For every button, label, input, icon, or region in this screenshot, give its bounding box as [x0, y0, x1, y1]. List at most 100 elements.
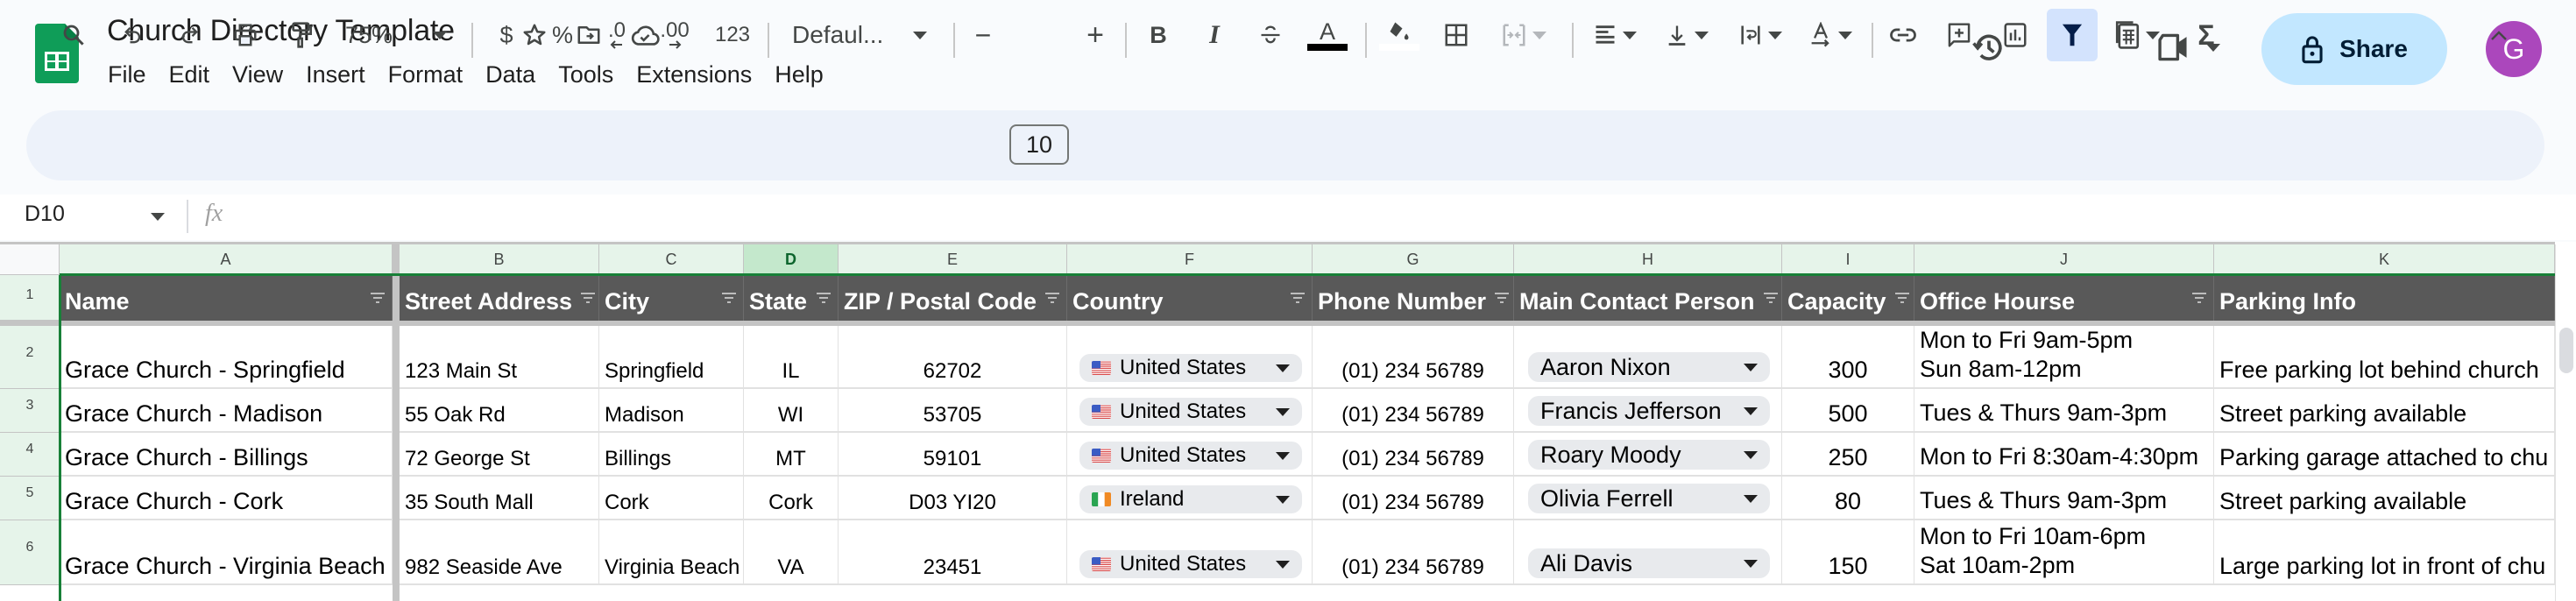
cell-street[interactable]: 123 Main St — [400, 326, 599, 389]
cell-phone[interactable]: (01) 234 56789 — [1313, 477, 1514, 520]
name-box[interactable]: D10 — [25, 202, 65, 227]
row-header-2[interactable]: 2 — [0, 326, 60, 389]
borders-button[interactable] — [1437, 12, 1476, 58]
row-header-1[interactable]: 1 — [0, 275, 60, 321]
cell-state[interactable]: IL — [744, 326, 839, 389]
cell-capacity[interactable]: 80 — [1782, 477, 1914, 520]
menu-file[interactable]: File — [96, 60, 158, 90]
cell-parking[interactable]: Free parking lot behind church — [2214, 326, 2555, 389]
cell-city[interactable]: Cork — [599, 477, 744, 520]
decrease-font-size-button[interactable]: − — [966, 12, 1001, 58]
decrease-decimal-button[interactable]: .0 — [598, 12, 636, 58]
cell-capacity[interactable]: 250 — [1782, 433, 1914, 477]
column-header-a[interactable]: A — [60, 244, 393, 275]
contact-dropdown-chip[interactable]: Aaron Nixon — [1528, 352, 1770, 382]
cell-name[interactable]: Grace Church - Springfield — [60, 326, 393, 389]
menu-view[interactable]: View — [221, 60, 294, 90]
cell-street[interactable]: 72 George St — [400, 433, 599, 477]
cell-zip[interactable]: 23451 — [839, 520, 1067, 585]
cell-city[interactable]: Virginia Beach — [599, 520, 744, 585]
cell-hours[interactable]: Mon to Fri 9am-5pm Sun 8am-12pm — [1914, 326, 2214, 389]
cell-street[interactable]: 982 Seaside Ave — [400, 520, 599, 585]
cell-hours[interactable]: Mon to Fri 8:30am-4:30pm — [1914, 433, 2214, 477]
freeze-column-handle[interactable] — [393, 244, 400, 601]
text-wrapping-button[interactable] — [1731, 12, 1789, 58]
filter-toggle-icon[interactable] — [369, 283, 386, 310]
column-header-k[interactable]: K — [2214, 244, 2555, 275]
insert-link-button[interactable] — [1884, 12, 1922, 58]
formula-input[interactable] — [254, 200, 2532, 235]
collapse-toolbar-button[interactable] — [2480, 12, 2518, 58]
cell-hours[interactable]: Tues & Thurs 9am-3pm — [1914, 477, 2214, 520]
cell-city[interactable]: Madison — [599, 389, 744, 433]
search-icon[interactable] — [54, 12, 93, 58]
country-dropdown-chip[interactable]: United States — [1079, 398, 1302, 426]
bold-button[interactable]: B — [1139, 12, 1178, 58]
header-cell[interactable]: Country — [1067, 276, 1313, 321]
cell-name[interactable]: Grace Church - Billings — [60, 433, 393, 477]
row-header-3[interactable]: 3 — [0, 389, 60, 433]
column-header-d[interactable]: D — [744, 244, 839, 275]
contact-dropdown-chip[interactable]: Francis Jefferson — [1528, 396, 1770, 426]
merge-cells-button[interactable] — [1493, 12, 1554, 58]
cell-state[interactable]: Cork — [744, 477, 839, 520]
cell-state[interactable]: VA — [744, 520, 839, 585]
header-cell[interactable]: Phone Number — [1313, 276, 1514, 321]
cell-name[interactable]: Grace Church - Virginia Beach — [60, 520, 393, 585]
row-header-4[interactable]: 4 — [0, 433, 60, 477]
cell-parking[interactable]: Parking garage attached to chu — [2214, 433, 2555, 477]
scrollbar-thumb[interactable] — [2559, 328, 2573, 373]
column-header-e[interactable]: E — [839, 244, 1067, 275]
cell-zip[interactable]: 53705 — [839, 389, 1067, 433]
header-cell[interactable]: Street Address — [400, 276, 599, 321]
column-header-f[interactable]: F — [1067, 244, 1313, 275]
filter-button[interactable] — [2047, 9, 2098, 61]
cell-name[interactable]: Grace Church - Cork — [60, 477, 393, 520]
vertical-scrollbar[interactable] — [2555, 244, 2576, 601]
menu-extensions[interactable]: Extensions — [625, 60, 763, 90]
country-dropdown-chip[interactable]: United States — [1079, 354, 1302, 382]
vertical-align-button[interactable] — [1656, 12, 1717, 58]
filter-toggle-icon[interactable] — [1893, 283, 1911, 310]
filter-toggle-icon[interactable] — [815, 283, 832, 310]
insert-comment-button[interactable] — [1940, 12, 1978, 58]
increase-font-size-button[interactable]: + — [1078, 12, 1113, 58]
menu-help[interactable]: Help — [763, 60, 835, 90]
increase-decimal-button[interactable]: .00 — [652, 12, 697, 58]
text-rotation-button[interactable] — [1800, 12, 1861, 58]
more-formats-button[interactable]: 123 — [710, 12, 755, 58]
cell-capacity[interactable]: 300 — [1782, 326, 1914, 389]
cell-parking[interactable]: Street parking available — [2214, 477, 2555, 520]
font-family-select[interactable]: Defaul... — [785, 12, 934, 58]
column-header-b[interactable]: B — [400, 244, 599, 275]
row-header-5[interactable]: 5 — [0, 477, 60, 520]
menu-edit[interactable]: Edit — [158, 60, 222, 90]
cell-capacity[interactable]: 150 — [1782, 520, 1914, 585]
insert-chart-button[interactable] — [1996, 12, 2035, 58]
cell-phone[interactable]: (01) 234 56789 — [1313, 326, 1514, 389]
menu-insert[interactable]: Insert — [294, 60, 377, 90]
select-all-corner[interactable] — [0, 244, 60, 275]
fill-color-button[interactable] — [1377, 12, 1421, 58]
undo-icon[interactable] — [114, 12, 152, 58]
chevron-down-icon[interactable] — [151, 213, 165, 221]
filter-toggle-icon[interactable] — [720, 283, 738, 310]
filter-toggle-icon[interactable] — [1044, 283, 1061, 310]
filter-toggle-icon[interactable] — [1493, 283, 1511, 310]
menu-data[interactable]: Data — [474, 60, 547, 90]
header-cell[interactable]: Parking Info — [2214, 276, 2555, 321]
filter-toggle-icon[interactable] — [1289, 283, 1306, 310]
cell-state[interactable]: WI — [744, 389, 839, 433]
contact-dropdown-chip[interactable]: Olivia Ferrell — [1528, 484, 1770, 513]
cell-parking[interactable]: Large parking lot in front of chu — [2214, 520, 2555, 585]
cell-zip[interactable]: 62702 — [839, 326, 1067, 389]
freeze-row-handle[interactable] — [0, 321, 2555, 326]
font-size-input[interactable]: 10 — [1009, 124, 1069, 165]
cell-hours[interactable]: Mon to Fri 10am-6pm Sat 10am-2pm — [1914, 520, 2214, 585]
text-color-button[interactable]: A — [1306, 12, 1349, 58]
format-currency-button[interactable]: $ — [487, 12, 526, 58]
zoom-select[interactable]: 75% — [336, 12, 456, 58]
contact-dropdown-chip[interactable]: Ali Davis — [1528, 548, 1770, 578]
country-dropdown-chip[interactable]: Ireland — [1079, 485, 1302, 513]
column-header-h[interactable]: H — [1514, 244, 1782, 275]
